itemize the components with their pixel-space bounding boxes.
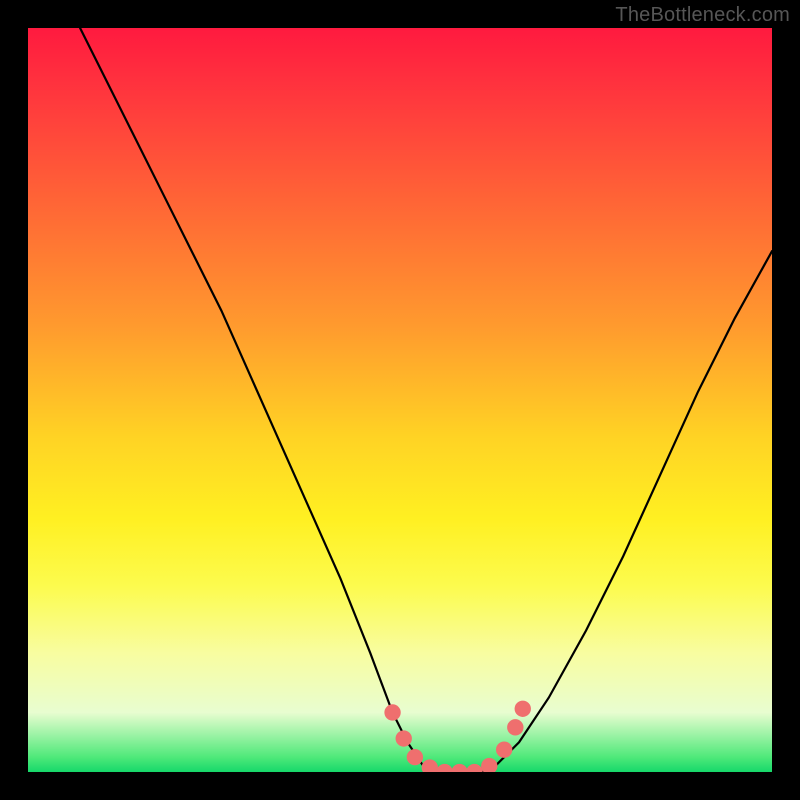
- chart-frame: TheBottleneck.com: [0, 0, 800, 800]
- valley-marker: [481, 758, 497, 772]
- valley-marker: [507, 719, 523, 735]
- watermark-text: TheBottleneck.com: [615, 4, 790, 27]
- curve-svg: [28, 28, 772, 772]
- valley-marker: [466, 764, 482, 772]
- bottleneck-curve: [80, 28, 772, 772]
- valley-marker: [384, 704, 400, 720]
- valley-markers: [384, 701, 531, 772]
- valley-marker: [396, 730, 412, 746]
- valley-marker: [515, 701, 531, 717]
- valley-marker: [496, 742, 512, 758]
- valley-marker: [436, 764, 452, 772]
- valley-marker: [407, 749, 423, 765]
- valley-marker: [422, 759, 438, 772]
- valley-marker: [451, 764, 467, 772]
- plot-area: [28, 28, 772, 772]
